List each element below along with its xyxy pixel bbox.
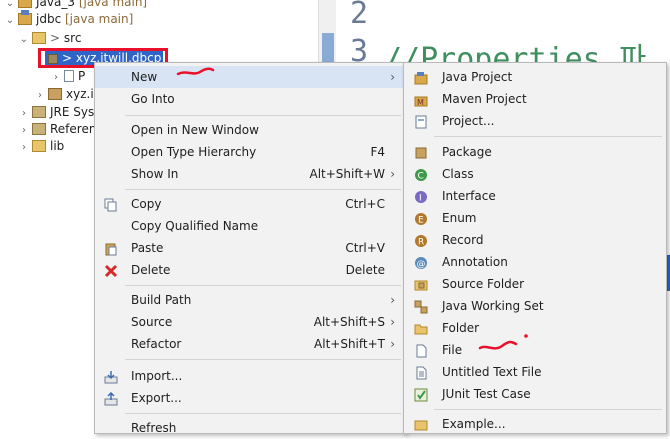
- chevron-right-icon: ›: [390, 293, 395, 307]
- menu-item-class[interactable]: C Class: [404, 163, 666, 185]
- new-submenu: Java Project M Maven Project Project... …: [403, 62, 667, 434]
- library-icon: [32, 106, 46, 118]
- tree-item-package[interactable]: › xyz.i: [34, 84, 94, 104]
- menu-item-untitled-text-file[interactable]: Untitled Text File: [404, 361, 666, 383]
- menu-item-example[interactable]: Example...: [404, 413, 666, 435]
- export-icon: [104, 391, 118, 406]
- tree-item-jdbc-project[interactable]: ⌄ jdbc [java main]: [4, 9, 133, 29]
- chevron-right-icon: ›: [390, 70, 395, 84]
- text-file-icon: [414, 365, 428, 380]
- context-menu: New › Go Into Open in New Window Open Ty…: [94, 62, 406, 435]
- menu-item-go-into[interactable]: Go Into: [95, 88, 405, 110]
- svg-text:E: E: [418, 216, 424, 226]
- tree-item-file[interactable]: › P: [50, 66, 85, 86]
- example-icon: [414, 417, 428, 431]
- menu-item-delete[interactable]: Delete Delete: [95, 259, 405, 281]
- menu-item-java-working-set[interactable]: Java Working Set: [404, 295, 666, 317]
- junit-icon: [414, 387, 428, 402]
- menu-separator: [434, 136, 662, 137]
- menu-item-package[interactable]: Package: [404, 141, 666, 163]
- record-icon: R: [414, 233, 428, 248]
- delete-x-icon: [104, 263, 118, 278]
- menu-item-copy[interactable]: Copy Ctrl+C: [95, 193, 405, 215]
- expand-arrow-icon[interactable]: ⌄: [18, 30, 30, 50]
- menu-item-refresh[interactable]: Refresh: [95, 417, 405, 439]
- project-icon: [414, 114, 428, 129]
- project-icon: [18, 10, 32, 25]
- import-icon: [104, 369, 118, 384]
- menu-item-record[interactable]: R Record: [404, 229, 666, 251]
- menu-separator: [125, 285, 401, 286]
- menu-item-java-project[interactable]: Java Project: [404, 66, 666, 88]
- chevron-right-icon: ›: [390, 337, 395, 351]
- expand-arrow-icon[interactable]: ⌄: [4, 11, 16, 31]
- tree-item-src[interactable]: ⌄ > src: [18, 28, 82, 50]
- menu-separator: [125, 413, 401, 414]
- menu-item-interface[interactable]: I Interface: [404, 185, 666, 207]
- source-folder-icon: [32, 32, 46, 44]
- annotation-icon: @: [414, 255, 428, 270]
- source-folder-icon: [414, 277, 428, 291]
- expand-arrow-icon[interactable]: ›: [18, 138, 30, 158]
- file-icon: [414, 343, 428, 358]
- menu-item-copy-qualified-name[interactable]: Copy Qualified Name: [95, 215, 405, 237]
- folder-icon: [32, 140, 46, 152]
- menu-item-junit-test-case[interactable]: JUnit Test Case: [404, 383, 666, 405]
- menu-separator: [434, 409, 662, 410]
- chevron-right-icon: ›: [390, 315, 395, 329]
- menu-item-build-path[interactable]: Build Path ›: [95, 289, 405, 311]
- svg-text:I: I: [419, 194, 422, 204]
- menu-item-import[interactable]: Import...: [95, 365, 405, 387]
- copy-icon: [104, 197, 118, 212]
- menu-separator: [125, 189, 401, 190]
- menu-item-maven-project[interactable]: M Maven Project: [404, 88, 666, 110]
- java-project-icon: [414, 70, 428, 85]
- folder-icon: [414, 321, 428, 335]
- menu-separator: [125, 359, 401, 360]
- menu-item-new[interactable]: New ›: [95, 66, 405, 88]
- menu-item-paste[interactable]: Paste Ctrl+V: [95, 237, 405, 259]
- menu-item-open-in-new-window[interactable]: Open in New Window: [95, 119, 405, 141]
- paste-icon: [104, 241, 118, 256]
- package-icon: [48, 88, 62, 100]
- svg-text:R: R: [418, 238, 424, 248]
- svg-text:M: M: [417, 98, 424, 107]
- menu-item-refactor[interactable]: Refactor Alt+Shift+T ›: [95, 333, 405, 355]
- red-underline-scribble: [176, 67, 215, 76]
- menu-item-source[interactable]: Source Alt+Shift+S ›: [95, 311, 405, 333]
- menu-separator: [125, 115, 401, 116]
- menu-item-source-folder[interactable]: Source Folder: [404, 273, 666, 295]
- working-set-icon: [414, 299, 428, 314]
- enum-icon: E: [414, 211, 428, 226]
- package-icon: [414, 145, 428, 159]
- library-icon: [32, 123, 46, 135]
- menu-item-export[interactable]: Export...: [95, 387, 405, 409]
- maven-project-icon: M: [414, 92, 428, 107]
- red-underline-scribble: [478, 334, 528, 350]
- menu-item-enum[interactable]: E Enum: [404, 207, 666, 229]
- tree-item-lib[interactable]: › lib: [18, 136, 64, 156]
- chevron-right-icon: ›: [390, 167, 395, 181]
- class-icon: C: [414, 167, 428, 182]
- menu-item-project[interactable]: Project...: [404, 110, 666, 132]
- interface-icon: I: [414, 189, 428, 204]
- svg-text:@: @: [417, 260, 426, 270]
- scrollbar-thumb[interactable]: [322, 33, 334, 63]
- project-icon: [18, 0, 32, 8]
- line-number: 2: [350, 0, 369, 31]
- menu-item-open-type-hierarchy[interactable]: Open Type Hierarchy F4: [95, 141, 405, 163]
- menu-item-show-in[interactable]: Show In Alt+Shift+W ›: [95, 163, 405, 185]
- java-file-icon: [64, 70, 74, 82]
- menu-item-annotation[interactable]: @ Annotation: [404, 251, 666, 273]
- svg-text:C: C: [418, 172, 424, 182]
